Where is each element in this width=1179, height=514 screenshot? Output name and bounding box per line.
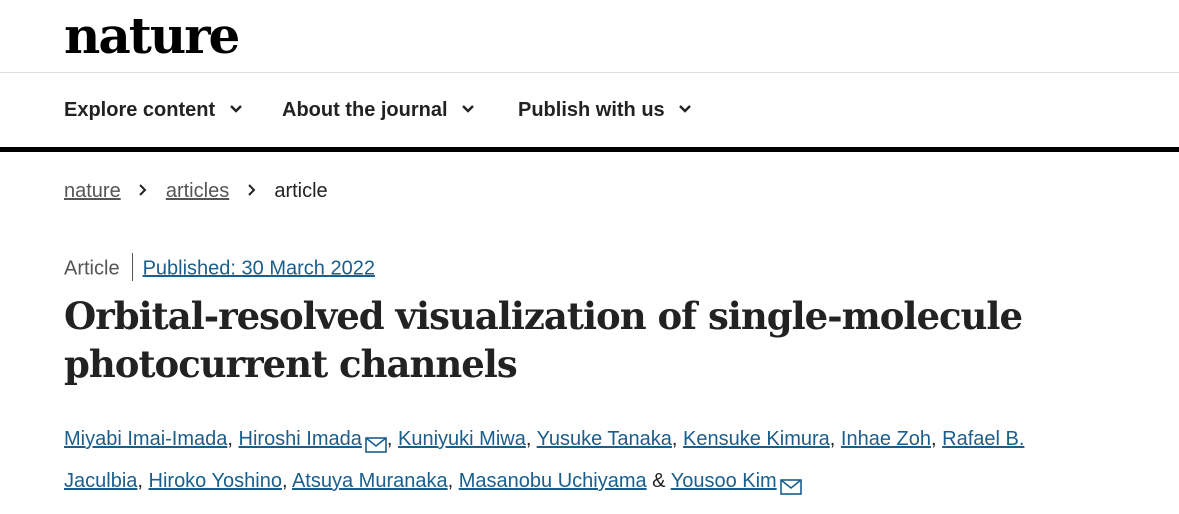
chevron-right-icon [139, 184, 147, 196]
author-link[interactable]: Yousoo Kim [671, 470, 777, 492]
author-link[interactable]: Yusuke Tanaka [537, 428, 672, 450]
breadcrumb-current: article [274, 180, 328, 202]
nav-about-journal[interactable]: About the journal [282, 73, 475, 147]
breadcrumb-nature[interactable]: nature [64, 180, 121, 202]
meta-divider [131, 253, 133, 281]
chevron-down-icon [679, 104, 692, 113]
nav-publish-with-us[interactable]: Publish with us [518, 73, 692, 147]
article-title: Orbital-resolved visualization of single… [64, 294, 1023, 386]
site-header: nature [0, 0, 1179, 73]
nature-logo[interactable]: nature [64, 0, 240, 72]
mail-icon[interactable] [779, 468, 802, 510]
author-list: Miyabi Imai-Imada, Hiroshi Imada, Kuniyu… [64, 418, 1104, 502]
author-separator: , [931, 428, 943, 450]
author-link[interactable]: Inhae Zoh [841, 428, 931, 450]
article-type: Article [64, 257, 120, 280]
author-link[interactable]: Hiroshi Imada [239, 428, 362, 450]
nav-item-label: Publish with us [518, 99, 665, 121]
header-rule [0, 147, 1179, 152]
published-date-link[interactable]: Published: 30 March 2022 [143, 257, 375, 279]
author-separator: , [386, 428, 399, 450]
chevron-down-icon [462, 104, 474, 113]
author-link[interactable]: Hiroko Yoshino [149, 470, 282, 492]
mail-icon[interactable] [365, 426, 387, 468]
author-link[interactable]: Kuniyuki Miwa [398, 428, 526, 450]
author-link[interactable]: Kensuke Kimura [683, 428, 830, 450]
author-separator: , [671, 428, 684, 450]
nav-item-label: About the journal [282, 99, 448, 121]
nav-item-label: Explore content [64, 99, 216, 121]
chevron-down-icon [229, 104, 242, 113]
author-separator: , [137, 470, 149, 492]
author-separator: , [281, 470, 292, 492]
main-nav: Explore content About the journal Publis… [0, 73, 1179, 147]
nav-explore-content[interactable]: Explore content [64, 73, 243, 147]
author-link[interactable]: Atsuya Muranaka [292, 470, 448, 492]
author-separator: , [829, 428, 841, 450]
author-link[interactable]: Masanobu Uchiyama [459, 470, 647, 492]
author-separator: & [646, 470, 671, 492]
author-separator: , [227, 428, 239, 450]
chevron-right-icon [248, 184, 256, 196]
author-link[interactable]: Miyabi Imai-Imada [64, 428, 227, 450]
article-meta: Article Published: 30 March 2022 [64, 253, 375, 283]
author-separator: , [447, 470, 459, 492]
breadcrumb-articles[interactable]: articles [166, 180, 229, 202]
breadcrumb: nature articles article [64, 180, 328, 203]
author-separator: , [525, 428, 537, 450]
